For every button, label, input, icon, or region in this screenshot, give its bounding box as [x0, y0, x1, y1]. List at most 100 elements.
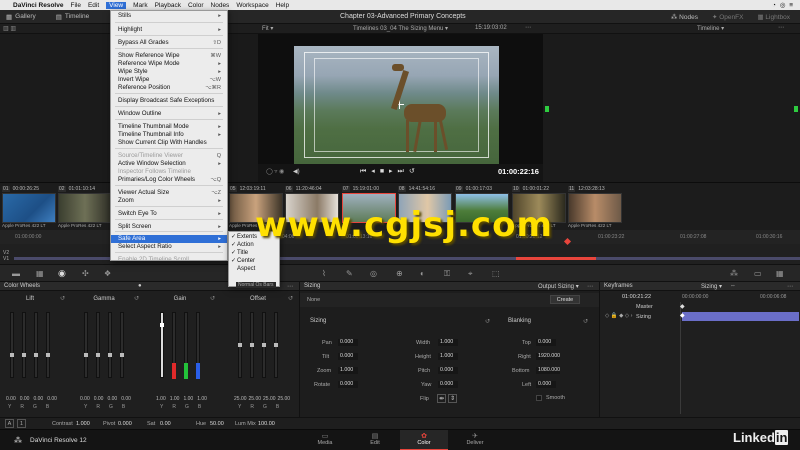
timeline-name-dropdown[interactable]: Timelines 03_04 The Sizing Menu ▾ — [353, 25, 448, 32]
view-menu-item-wipe-style[interactable]: Wipe Style ▸ — [111, 68, 227, 76]
key-icon[interactable]: ⚿ — [444, 269, 450, 279]
page-edit[interactable]: ▤ Edit — [360, 432, 390, 446]
keyframe-zoom-icon[interactable]: ⇔ — [730, 283, 736, 289]
value[interactable]: 25.00 — [278, 396, 291, 402]
gain-reset-icon[interactable]: ↺ — [210, 295, 215, 302]
view-menu-item-show-current-clip-with-handles[interactable]: Show Current Clip With Handles — [111, 139, 227, 147]
master-keyframe-icon[interactable]: ◆ — [680, 303, 685, 310]
menu-mark[interactable]: Mark — [133, 2, 147, 9]
lightbox-button[interactable]: ▦ Lightbox — [757, 13, 790, 21]
right-field[interactable]: 1920.000 — [536, 353, 560, 360]
view-menu-item-show-reference-wipe[interactable]: Show Reference Wipe ⌘W — [111, 52, 227, 60]
sizing-keyframe-icon[interactable]: ◆ — [680, 312, 685, 319]
view-menu-item-display-broadcast-safe-exceptions[interactable]: Display Broadcast Safe Exceptions — [111, 97, 227, 105]
clip-thumb[interactable]: 02 01:01:10:14 Apple ProRes 422 LT — [58, 185, 112, 229]
page-a-button[interactable]: A — [5, 419, 14, 428]
value[interactable]: 0.00 — [33, 396, 43, 402]
offset-wheel[interactable]: Offset — [236, 296, 280, 388]
output-sizing-dropdown[interactable]: Output Sizing ▾ — [538, 283, 579, 290]
tracker-icon[interactable]: ⊕ — [396, 269, 403, 278]
timeline-button[interactable]: ▤ Timeline — [56, 13, 89, 21]
safe-area-title[interactable]: ✓ Title — [229, 249, 279, 257]
info-icon[interactable]: ▭ — [754, 269, 762, 278]
gamma-wheel[interactable]: Gamma — [82, 296, 126, 388]
menu-app[interactable]: DaVinci Resolve — [13, 2, 63, 9]
menu-view[interactable]: View — [106, 1, 127, 9]
gain-wheel[interactable]: Gain — [158, 296, 202, 388]
view-menu-item-timeline-thumbnail-mode[interactable]: Timeline Thumbnail Mode ▸ — [111, 123, 227, 131]
scopes-icon[interactable]: ⁂ — [730, 269, 738, 278]
gamma-reset-icon[interactable]: ↺ — [134, 295, 139, 302]
flip-vertical-button[interactable]: ⇕ — [448, 394, 457, 403]
hue-field[interactable]: 50.00 — [210, 421, 224, 427]
audio-icon[interactable]: ◀) — [293, 168, 300, 175]
safe-area-aspect[interactable]: Aspect — [229, 265, 279, 273]
value[interactable]: 25.00 — [263, 396, 276, 402]
pitch-field[interactable]: 0.000 — [438, 367, 458, 374]
pivot-field[interactable]: 0.000 — [118, 421, 132, 427]
blur-icon[interactable]: ◐ — [420, 269, 425, 278]
view-menu-item-window-outline[interactable]: Window Outline ▸ — [111, 110, 227, 118]
options-icon[interactable]: ⋯ — [778, 24, 784, 31]
view-menu-item-invert-wipe[interactable]: Invert Wipe ⌥W — [111, 76, 227, 84]
view-menu-item-highlight[interactable]: Highlight ▸ — [111, 26, 227, 34]
view-menu-item-viewer-actual-size[interactable]: Viewer Actual Size ⌥Z — [111, 189, 227, 197]
panel-menu-icon[interactable]: ⋯ — [287, 283, 293, 290]
safe-area-center[interactable]: ✓ Center — [229, 257, 279, 265]
menu-color[interactable]: Color — [188, 2, 204, 9]
pan-field[interactable]: 0.000 — [338, 339, 358, 346]
view-menu-item-reference-position[interactable]: Reference Position ⌥⌘R — [111, 84, 227, 92]
rgb-mixer-icon[interactable]: ✣ — [82, 269, 89, 278]
top-field[interactable]: 0.000 — [536, 339, 556, 346]
rotate-field[interactable]: 0.000 — [338, 381, 358, 388]
value[interactable]: 1.00 — [183, 396, 193, 402]
nodes-button[interactable]: ⁂ Nodes — [671, 13, 698, 21]
lummix-field[interactable]: 100.00 — [258, 421, 275, 427]
sizing-reset-icon[interactable]: ↺ — [485, 318, 490, 325]
flip-horizontal-button[interactable]: ⇹ — [437, 394, 446, 403]
menu-help[interactable]: Help — [276, 2, 289, 9]
keyframe-mode-dropdown[interactable]: Sizing ▾ — [701, 283, 722, 290]
value[interactable]: 25.00 — [234, 396, 247, 402]
timeline-active-clip[interactable] — [516, 257, 596, 260]
clip-thumb[interactable]: 11 12:03:28:13 Apple ProRes 422 LT — [568, 185, 622, 229]
menu-edit[interactable]: Edit — [88, 2, 99, 9]
openfx-button[interactable]: ✦ OpenFX — [712, 13, 743, 21]
menu-workspace[interactable]: Workspace — [236, 2, 268, 9]
value[interactable]: 0.00 — [20, 396, 30, 402]
sizing-palette-icon[interactable]: ⌖ — [468, 269, 473, 279]
value[interactable]: 1.00 — [156, 396, 166, 402]
page-media[interactable]: ▭ Media — [310, 432, 340, 446]
value[interactable]: 0.00 — [121, 396, 131, 402]
keyframe-menu-icon[interactable]: ⋯ — [787, 283, 793, 290]
sizing-keyframe-track[interactable] — [682, 312, 799, 321]
value[interactable]: 0.00 — [47, 396, 57, 402]
left-field[interactable]: 0.000 — [536, 381, 556, 388]
sizing-menu-icon[interactable]: ⋯ — [587, 283, 593, 290]
color-wheels-icon[interactable]: ◉ — [58, 268, 66, 279]
sat-field[interactable]: 0.00 — [160, 421, 171, 427]
height-field[interactable]: 1.000 — [438, 353, 458, 360]
playback-controls[interactable]: ⏮◂■▸⏭↺ — [360, 167, 420, 176]
value[interactable]: 1.00 — [170, 396, 180, 402]
window-icon[interactable]: ◎ — [370, 269, 377, 278]
value[interactable]: 1.00 — [197, 396, 207, 402]
value[interactable]: 0.00 — [80, 396, 90, 402]
view-menu-item-primaries-log-color-wheels[interactable]: Primaries/Log Color Wheels ⌥Q — [111, 176, 227, 184]
keyframe-track-controls[interactable]: ◇ 🔒 ◆ ◇ › — [605, 313, 632, 319]
curves-icon[interactable]: ⌇ — [322, 269, 326, 278]
view-menu-item-stills[interactable]: Stills ▸ — [111, 12, 227, 20]
contrast-field[interactable]: 1.000 — [76, 421, 90, 427]
value[interactable]: 0.00 — [107, 396, 117, 402]
value[interactable]: 0.00 — [6, 396, 16, 402]
motion-icon[interactable]: ❖ — [104, 269, 111, 278]
offset-reset-icon[interactable]: ↺ — [288, 295, 293, 302]
view-menu-item-select-aspect-ratio[interactable]: Select Aspect Ratio ▸ — [111, 243, 227, 251]
view-menu-item-active-window-selection[interactable]: Active Window Selection ▸ — [111, 160, 227, 168]
yaw-field[interactable]: 0.000 — [438, 381, 458, 388]
camera-raw-icon[interactable]: ▬ — [12, 269, 20, 278]
view-menu-item-switch-eye-to[interactable]: Switch Eye To ▸ — [111, 210, 227, 218]
page-deliver[interactable]: ✈ Deliver — [460, 432, 490, 446]
menu-playback[interactable]: Playback — [155, 2, 181, 9]
view-menu-item-bypass-all-grades[interactable]: Bypass All Grades ⇧D — [111, 39, 227, 47]
